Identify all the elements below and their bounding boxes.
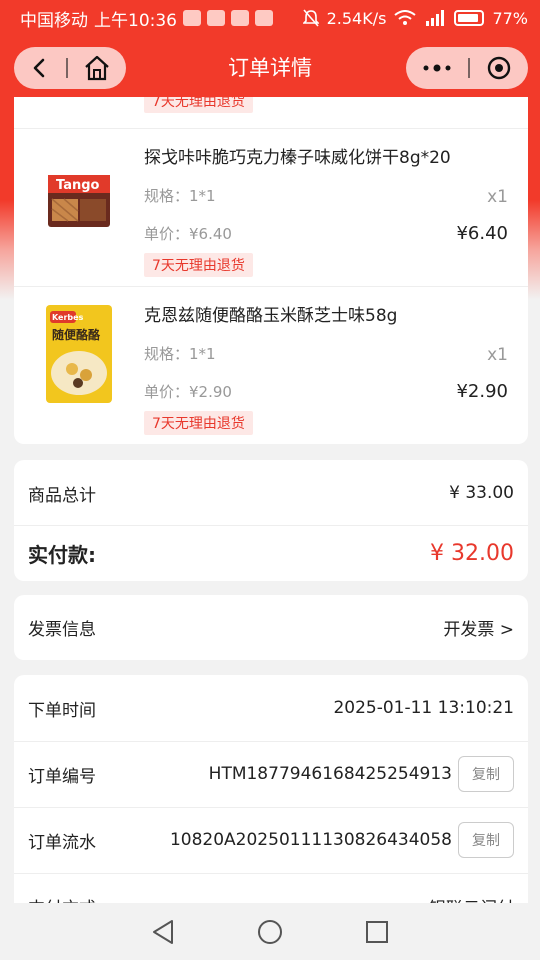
nav-right-capsule [406, 47, 528, 89]
paid-value: ¥ 32.00 [430, 540, 514, 566]
app-notification-icon [207, 10, 225, 26]
products-card: 7天无理由退货 Tango 探戈咔咔脆巧克力榛子味威化饼干8g*20 规格：1*… [14, 97, 528, 444]
product-brand-text: Kerbes [52, 313, 84, 322]
back-triangle-icon[interactable] [150, 918, 176, 946]
mute-bell-icon [302, 9, 319, 27]
product-tag: 7天无理由退货 [144, 411, 253, 435]
subtotal-label: 商品总计 [28, 485, 96, 506]
status-bar: 中国移动 上午10:36 2.54K/s 77% [0, 0, 540, 36]
payment-method-value: 银联云闪付 [429, 894, 514, 904]
order-info-card: 下单时间 2025-01-11 13:10:21 订单编号 HTM1877946… [14, 675, 528, 903]
order-serial-row: 订单流水 10820A2025011113082643405­8 复制 [14, 807, 528, 873]
signal-icon [426, 10, 445, 26]
product-brand-text: Tango [56, 178, 100, 193]
issue-invoice-link[interactable]: 开发票 > [443, 615, 514, 640]
close-miniprogram-icon[interactable] [486, 55, 512, 81]
order-time-row: 下单时间 2025-01-11 13:10:21 [14, 675, 528, 741]
product-unit-price: 单价：¥6.40 [144, 225, 232, 243]
product-item[interactable]: Kerbes 随便酪酪 克恩兹随便酪酪玉米酥芝士味58g 规格：1*1 x1 单… [14, 287, 528, 444]
order-serial-label: 订单流水 [28, 832, 96, 853]
capsule-divider [468, 58, 470, 78]
product-item[interactable]: Tango 探戈咔咔脆巧克力榛子味威化饼干8g*20 规格：1*1 x1 单价：… [14, 129, 528, 287]
product-spec: 规格：1*1 [144, 187, 216, 205]
payment-method-row: 支付方式 银联云闪付 [14, 873, 528, 904]
product-spec: 规格：1*1 [144, 345, 216, 363]
invoice-label: 发票信息 [28, 620, 96, 640]
product-tag: 7天无理由退货 [144, 253, 253, 277]
battery-percent: 77% [492, 8, 528, 28]
product-name: 探戈咔咔脆巧克力榛子味威化饼干8g*20 [144, 148, 451, 168]
product-title-text: 随便酪酪 [52, 327, 101, 342]
system-navigation-bar [0, 903, 540, 960]
product-unit-price: 单价：¥2.90 [144, 383, 232, 401]
payment-method-label: 支付方式 [28, 894, 96, 904]
order-time-value: 2025-01-11 13:10:21 [333, 698, 514, 718]
product-name: 克恩兹随便酪酪玉米酥芝士味58g [144, 306, 398, 326]
nav-left-capsule [14, 47, 126, 89]
carrier-label: 中国移动 [20, 10, 88, 31]
product-quantity: x1 [487, 345, 508, 365]
product-image-kerbes: Kerbes 随便酪酪 [46, 305, 112, 403]
wifi-icon [394, 10, 417, 25]
invoice-row[interactable]: 发票信息 开发票 > [14, 595, 528, 660]
subtotal-value: ¥ 33.00 [449, 483, 514, 503]
app-notification-icon [231, 10, 249, 26]
order-time-label: 下单时间 [28, 700, 96, 721]
subtotal-row: 商品总计 ¥ 33.00 [14, 460, 528, 526]
order-number-row: 订单编号 HTM1877946168425254913 复制 [14, 741, 528, 807]
paid-row: 实付款: ¥ 32.00 [14, 520, 528, 581]
battery-icon [454, 10, 485, 26]
paid-label: 实付款: [28, 542, 96, 567]
app-notification-icon [183, 10, 201, 26]
recents-square-icon[interactable] [364, 919, 390, 945]
product-tag: 7天无理由退货 [144, 97, 253, 113]
invoice-card[interactable]: 发票信息 开发票 > [14, 595, 528, 660]
nav-bar: 订单详情 [0, 44, 540, 92]
home-circle-icon[interactable] [256, 918, 284, 946]
app-notification-icon [255, 10, 273, 26]
product-image-tango: Tango [48, 175, 110, 227]
product-total-price: ¥2.90 [456, 381, 508, 402]
home-icon[interactable] [83, 55, 111, 81]
copy-serial-button[interactable]: 复制 [458, 822, 514, 858]
copy-order-number-button[interactable]: 复制 [458, 756, 514, 792]
network-speed: 2.54K/s [326, 8, 387, 28]
order-serial-value: 10820A2025011113082643405­8 [169, 830, 452, 850]
more-icon[interactable] [422, 63, 452, 73]
product-total-price: ¥6.40 [456, 223, 508, 244]
order-number-label: 订单编号 [28, 766, 96, 787]
order-number-value: HTM1877946168425254913 [208, 764, 452, 784]
price-summary-card: 商品总计 ¥ 33.00 实付款: ¥ 32.00 [14, 460, 528, 581]
clock: 上午10:36 [94, 10, 177, 31]
order-detail-content[interactable]: 7天无理由退货 Tango 探戈咔咔脆巧克力榛子味威化饼干8g*20 规格：1*… [0, 97, 540, 903]
capsule-divider [65, 58, 68, 78]
back-icon[interactable] [29, 57, 51, 79]
product-quantity: x1 [487, 187, 508, 207]
